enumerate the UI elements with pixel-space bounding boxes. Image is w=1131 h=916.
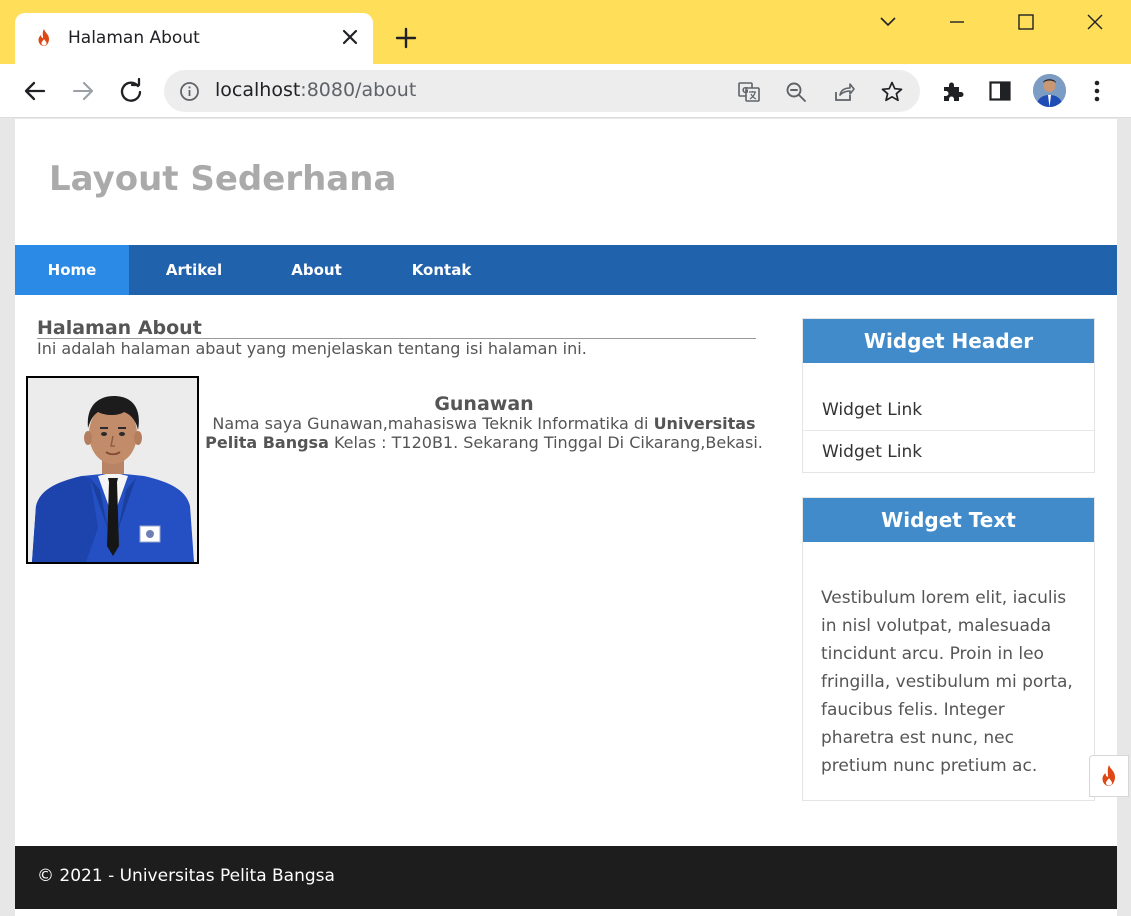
page-description: Ini adalah halaman abaut yang menjelaska… — [37, 339, 587, 358]
widget-links: Widget Header Widget Link Widget Link — [802, 318, 1095, 473]
bio-name: Gunawan — [434, 393, 534, 415]
codeigniter-flame-icon — [1102, 765, 1115, 786]
browser-menu-icon[interactable] — [1084, 78, 1110, 104]
widget-text: Widget Text Vestibulum lorem elit, iacul… — [802, 497, 1095, 801]
tab-title: Halaman About — [68, 28, 200, 48]
share-icon[interactable] — [832, 80, 856, 104]
svg-text:G: G — [742, 86, 749, 95]
browser-toolbar: localhost:8080/about G — [0, 64, 1131, 118]
page-container: Layout Sederhana Home Artikel About Kont… — [15, 119, 1117, 916]
nav-link-about[interactable]: About — [259, 245, 374, 295]
widget-link-list: Widget Link Widget Link — [803, 363, 1094, 473]
side-panel-icon[interactable] — [987, 78, 1013, 104]
site-title: Layout Sederhana — [49, 159, 397, 199]
main-navbar: Home Artikel About Kontak — [15, 245, 1117, 295]
browser-tab-strip: Halaman About — [0, 0, 1131, 64]
bio-text-part: Nama saya Gunawan,mahasiswa Teknik Infor… — [212, 414, 654, 433]
url-path: :8080/about — [300, 79, 417, 101]
bio-text: Nama saya Gunawan,mahasiswa Teknik Infor… — [201, 414, 767, 452]
address-bar[interactable]: localhost:8080/about G — [164, 70, 920, 112]
widget-link[interactable]: Widget Link — [803, 389, 1094, 431]
nav-link-artikel[interactable]: Artikel — [129, 245, 259, 295]
new-tab-icon[interactable] — [394, 26, 418, 50]
page-viewport: Layout Sederhana Home Artikel About Kont… — [0, 119, 1131, 916]
nav-link-home[interactable]: Home — [15, 245, 129, 295]
profile-photo-icon — [1033, 74, 1066, 107]
profile-photo — [26, 376, 199, 564]
site-header: Layout Sederhana — [15, 119, 1117, 245]
tab-search-chevron-icon[interactable] — [876, 10, 900, 34]
widget-header: Widget Header — [803, 319, 1094, 363]
zoom-out-icon[interactable] — [784, 80, 808, 104]
close-window-icon[interactable] — [1083, 10, 1107, 34]
close-tab-icon[interactable] — [339, 26, 361, 48]
site-info-icon[interactable] — [179, 81, 200, 102]
forward-arrow-icon[interactable] — [69, 77, 97, 105]
url-host: localhost — [215, 79, 301, 101]
extensions-puzzle-icon[interactable] — [940, 78, 966, 104]
widget-link[interactable]: Widget Link — [803, 431, 1094, 473]
person-portrait-icon — [28, 378, 197, 562]
bio-block: Gunawan Nama saya Gunawan,mahasiswa Tekn… — [201, 393, 767, 453]
back-arrow-icon[interactable] — [21, 77, 49, 105]
url-text[interactable]: localhost:8080/about — [215, 79, 416, 101]
page-heading: Halaman About — [37, 317, 756, 339]
browser-tab[interactable]: Halaman About — [15, 13, 373, 64]
debug-toolbar-toggle[interactable] — [1089, 755, 1129, 797]
widget-text-body: Vestibulum lorem elit, iaculis in nisl v… — [821, 588, 1073, 776]
bio-text-part: Kelas : T120B1. Sekarang Tinggal Di Cika… — [328, 433, 763, 452]
minimize-icon[interactable] — [945, 10, 969, 34]
translate-icon[interactable]: G — [737, 80, 761, 104]
maximize-icon[interactable] — [1014, 10, 1038, 34]
site-footer: © 2021 - Universitas Pelita Bangsa — [15, 846, 1117, 909]
nav-link-kontak[interactable]: Kontak — [374, 245, 509, 295]
footer-copyright: © 2021 - Universitas Pelita Bangsa — [37, 866, 335, 886]
reload-icon[interactable] — [117, 77, 145, 105]
bookmark-star-icon[interactable] — [880, 80, 904, 104]
widget-header: Widget Text — [803, 498, 1094, 542]
profile-avatar[interactable] — [1033, 74, 1066, 107]
codeigniter-flame-icon — [38, 29, 49, 46]
